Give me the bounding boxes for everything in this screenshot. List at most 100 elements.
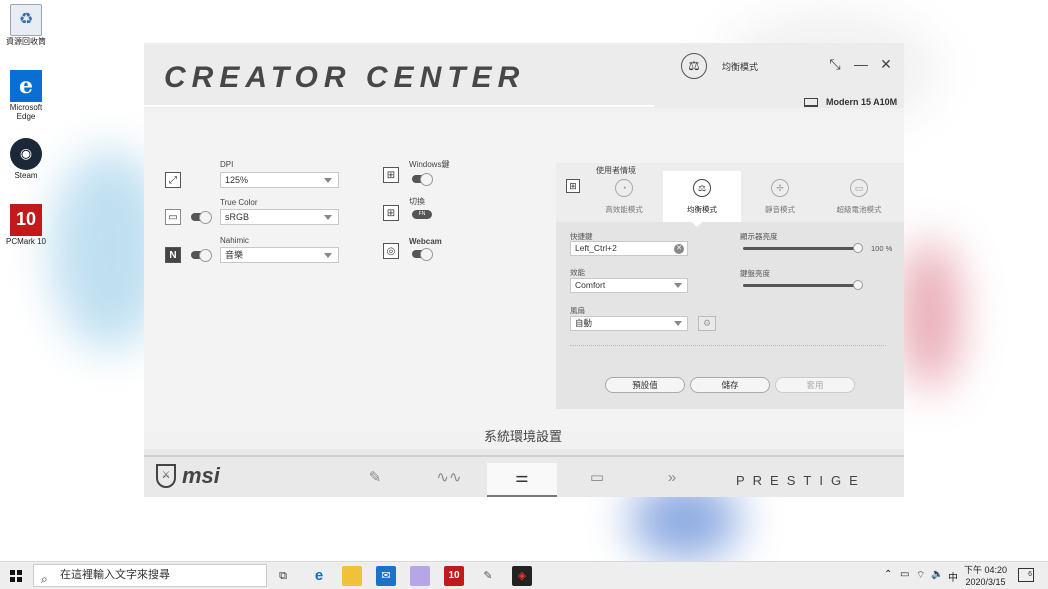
nav-tools[interactable]: ✎ xyxy=(340,463,410,497)
nahimic-icon: N xyxy=(165,247,181,263)
current-mode-label: 均衡模式 xyxy=(722,62,759,72)
edge-taskbar-icon[interactable]: e xyxy=(309,566,329,586)
creator-center-taskbar-icon[interactable]: ✎ xyxy=(478,566,498,586)
msi-logo: ⚔ msi xyxy=(156,463,220,489)
true-color-label: True Color xyxy=(220,198,258,207)
dpi-select[interactable]: 125% xyxy=(220,172,339,188)
apply-button[interactable]: 套用 xyxy=(775,377,855,393)
chevron-down-icon xyxy=(324,253,332,258)
desktop-icon-edge[interactable]: e Microsoft Edge xyxy=(2,70,50,122)
ime-indicator[interactable]: 中 xyxy=(948,569,958,584)
waveform-icon: ∿∿ xyxy=(436,469,462,486)
chevron-down-icon xyxy=(674,283,682,288)
nav-system-settings[interactable]: ⚌ xyxy=(487,463,557,497)
webcam-icon: ◎ xyxy=(383,243,399,259)
prestige-logo: PRESTIGE xyxy=(736,473,866,488)
balance-scale-icon[interactable]: ⚖ xyxy=(681,53,707,79)
search-placeholder: 在這裡輸入文字來搜尋 xyxy=(60,569,170,581)
double-chevron-icon: » xyxy=(667,469,677,486)
volume-mute-icon[interactable]: 🔈 xyxy=(931,569,943,580)
brand-text: msi xyxy=(182,463,220,488)
desktop-icon-steam[interactable]: ◉ Steam xyxy=(2,138,50,181)
windows-key-toggle[interactable] xyxy=(412,173,433,186)
tab-high-performance[interactable]: ◔ 高效能模式 xyxy=(585,171,663,222)
notification-center-icon[interactable]: 6 xyxy=(1018,568,1034,582)
taskbar-clock[interactable]: 下午 04:20 2020/3/15 xyxy=(964,564,1007,588)
hotkey-input[interactable]: Left_Ctrl+2 ✕ xyxy=(570,241,688,256)
battery-outline-icon: ▭ xyxy=(589,469,605,486)
tab-silent[interactable]: ✢ 靜音模式 xyxy=(741,171,819,222)
tab-super-battery[interactable]: ▭ 超級電池模式 xyxy=(820,171,898,222)
steam-icon: ◉ xyxy=(10,138,42,170)
close-icon[interactable]: ✕ xyxy=(877,55,895,73)
file-explorer-icon[interactable] xyxy=(342,566,362,586)
true-color-toggle[interactable] xyxy=(191,211,212,224)
wifi-icon[interactable]: ⌔ xyxy=(916,569,925,582)
slider-knob[interactable] xyxy=(853,280,863,290)
edge-icon: e xyxy=(10,70,42,102)
windows-key-icon: ⊞ xyxy=(383,167,399,183)
tab-label: 靜音模式 xyxy=(765,205,795,214)
dragon-center-icon[interactable]: ◈ xyxy=(512,566,532,586)
mail-icon[interactable]: ✉ xyxy=(376,566,396,586)
settings-content: ⤢ DPI 125% ▭ True Color sRGB N Nahimic 音… xyxy=(144,113,904,431)
app-icon[interactable] xyxy=(410,566,430,586)
nahimic-select[interactable]: 音樂 xyxy=(220,247,339,263)
nahimic-value: 音樂 xyxy=(225,250,244,260)
nahimic-toggle[interactable] xyxy=(191,249,212,262)
performance-label: 效能 xyxy=(570,268,585,277)
nav-battery[interactable]: ▭ xyxy=(562,463,632,497)
desktop-icon-label: 資源回收筒 xyxy=(6,37,46,46)
nav-forward[interactable]: » xyxy=(637,463,707,497)
keyboard-brightness-label: 鍵盤亮度 xyxy=(740,269,770,278)
wallpaper-splash-red xyxy=(900,240,960,390)
msi-shield-icon: ⚔ xyxy=(156,464,176,488)
keyboard-brightness-slider[interactable] xyxy=(743,280,863,290)
sliders-icon: ⚌ xyxy=(515,469,529,486)
recycle-bin-icon: ♻ xyxy=(10,4,42,36)
webcam-label: Webcam xyxy=(409,237,442,246)
clock-time: 下午 04:20 xyxy=(964,565,1008,575)
desktop-icon-recycle-bin[interactable]: ♻ 資源回收筒 xyxy=(2,4,50,47)
bottom-divider xyxy=(144,455,904,457)
true-color-select[interactable]: sRGB xyxy=(220,209,339,225)
save-button[interactable]: 儲存 xyxy=(690,377,770,393)
clear-icon[interactable]: ✕ xyxy=(674,244,684,254)
chevron-down-icon xyxy=(324,178,332,183)
slider-knob[interactable] xyxy=(853,243,863,253)
default-button[interactable]: 預設值 xyxy=(605,377,685,393)
fan-label: 風扇 xyxy=(570,306,585,315)
desktop-icon-pcmark[interactable]: 10 PCMark 10 xyxy=(2,204,50,247)
grid-icon[interactable]: ⊞ xyxy=(566,179,580,193)
desktop-icon-label: Steam xyxy=(14,171,38,180)
laptop-icon xyxy=(804,97,818,107)
active-tab-indicator xyxy=(692,222,702,227)
webcam-toggle[interactable] xyxy=(412,248,433,261)
task-view-icon[interactable]: ⧉ xyxy=(273,566,293,586)
restore-icon[interactable]: ⤡ xyxy=(826,55,844,73)
fn-switch[interactable]: FN xyxy=(412,210,432,219)
creator-center-window: CREATOR CENTER ⚖ 均衡模式 ⤡ — ✕ Modern 15 A1… xyxy=(144,43,904,497)
performance-select[interactable]: Comfort xyxy=(570,278,688,293)
pcmark-taskbar-icon[interactable]: 10 xyxy=(444,566,464,586)
true-color-icon: ▭ xyxy=(165,209,181,225)
display-brightness-slider[interactable] xyxy=(743,243,863,253)
mode-tab-strip: 使用者情境 ⊞ ◔ 高效能模式 ⚖ 均衡模式 ✢ 靜音模式 ▭ 超級電池模式 xyxy=(556,163,904,222)
fan-select[interactable]: 自動 xyxy=(570,316,688,331)
minimize-icon[interactable]: — xyxy=(852,55,870,73)
tab-balanced[interactable]: ⚖ 均衡模式 xyxy=(663,171,741,222)
user-scenario-panel: 使用者情境 ⊞ ◔ 高效能模式 ⚖ 均衡模式 ✢ 靜音模式 ▭ 超級電池模式 快… xyxy=(556,163,904,409)
device-model: Modern 15 A10M xyxy=(804,97,897,107)
brush-icon: ✎ xyxy=(368,469,382,486)
tab-label: 超級電池模式 xyxy=(836,205,882,214)
silent-fan-icon: ✢ xyxy=(771,179,789,197)
nav-audio[interactable]: ∿∿ xyxy=(414,463,484,497)
windows-start-icon[interactable] xyxy=(10,570,22,582)
battery-tray-icon[interactable]: ▭ xyxy=(900,569,909,580)
show-hidden-icons-chevron-icon[interactable]: ⌃ xyxy=(884,569,892,580)
taskbar-search-input[interactable]: ⌕ 在這裡輸入文字來搜尋 xyxy=(33,564,267,587)
notification-count: 6 xyxy=(1028,571,1032,578)
pcmark-icon: 10 xyxy=(10,204,42,236)
chevron-down-icon xyxy=(674,321,682,326)
performance-value: Comfort xyxy=(575,280,606,290)
